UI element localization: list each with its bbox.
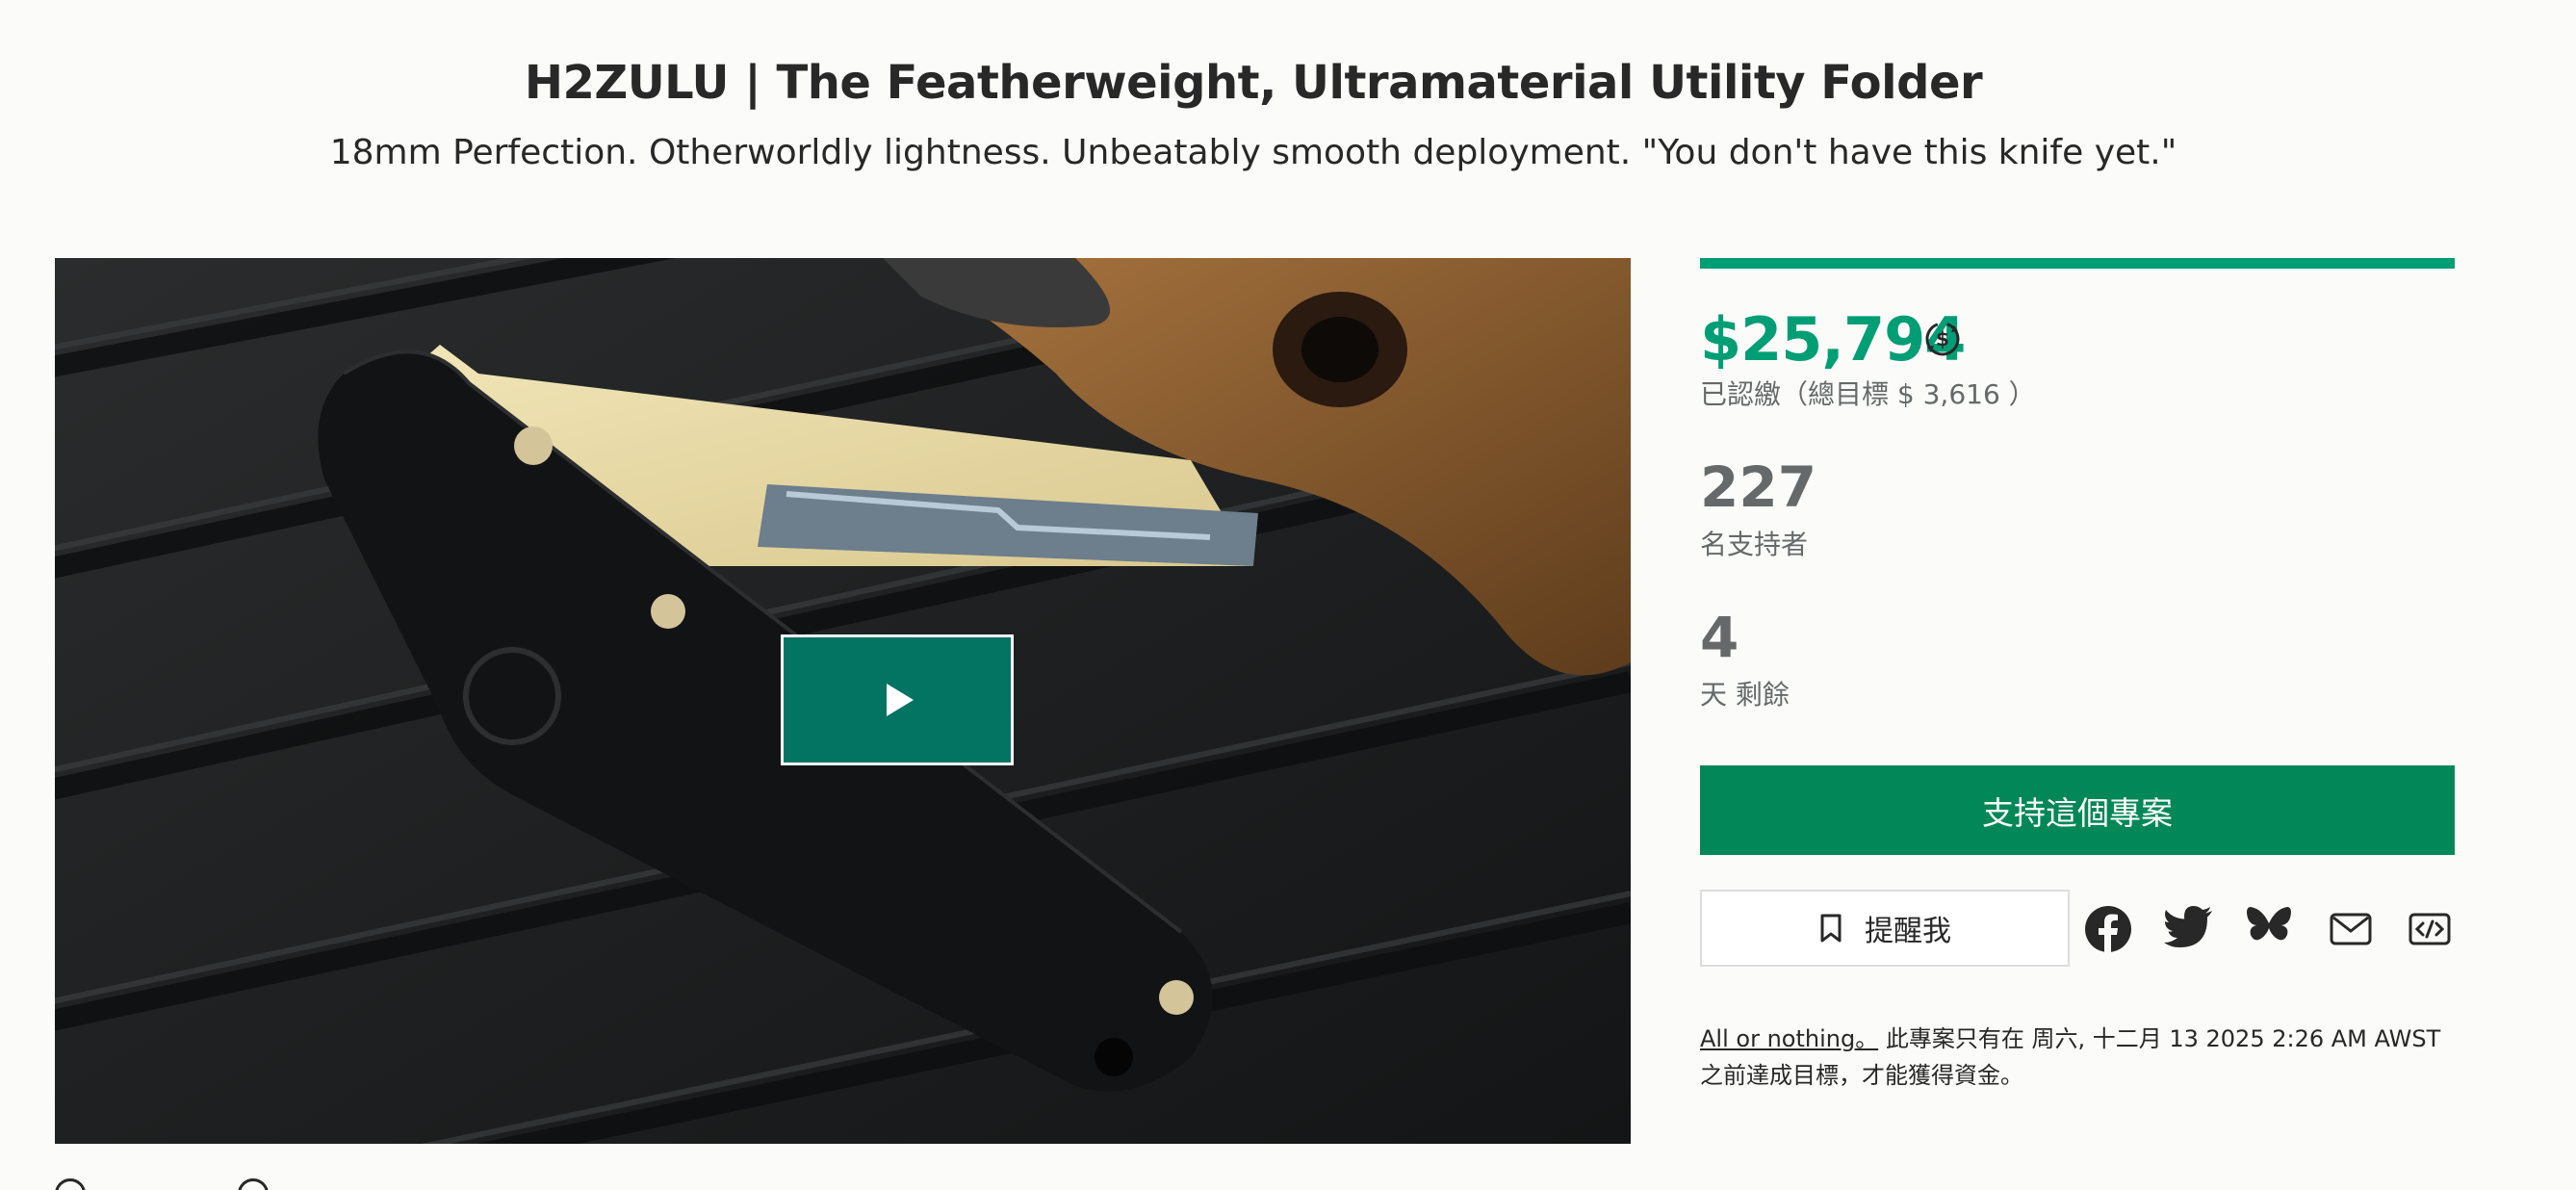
facebook-icon[interactable] — [2084, 905, 2132, 953]
embed-icon[interactable] — [2409, 913, 2451, 945]
currency-convert-icon[interactable]: $ — [1921, 318, 1964, 360]
project-video[interactable] — [55, 258, 1631, 1144]
project-title: H2ZULU | The Featherweight, Ultramateria… — [524, 56, 1983, 110]
project-blurb: 18mm Perfection. Otherworldly lightness.… — [329, 133, 2177, 172]
backers-count: 227 — [1700, 454, 1817, 520]
play-button[interactable] — [781, 634, 1014, 765]
email-icon[interactable] — [2330, 913, 2372, 945]
compass-icon — [55, 1178, 86, 1190]
twitter-icon[interactable] — [2164, 905, 2214, 951]
bookmark-icon — [1820, 914, 1842, 943]
play-icon — [887, 684, 914, 716]
funding-note: All or nothing。 此專案只有在 周六, 十二月 13 2025 2… — [1700, 1021, 2451, 1094]
remind-me-label: 提醒我 — [1865, 915, 1951, 948]
back-project-button[interactable]: 支持這個專案 — [1700, 765, 2455, 855]
remind-me-button[interactable]: 提醒我 — [1700, 890, 2070, 967]
pledged-label: 已認繳（總目標 $ 3,616 ） — [1700, 378, 2036, 410]
location-icon — [238, 1178, 269, 1190]
all-or-nothing-link[interactable]: All or nothing。 — [1700, 1025, 1878, 1052]
project-page: H2ZULU | The Featherweight, Ultramateria… — [0, 0, 2576, 1190]
bluesky-icon[interactable] — [2247, 905, 2291, 947]
funding-progress-fill — [1700, 258, 2455, 269]
days-remaining-label: 天 剩餘 — [1700, 679, 1790, 711]
days-remaining: 4 — [1700, 605, 1739, 670]
svg-text:$: $ — [1936, 327, 1949, 350]
funding-progress-bar — [1700, 258, 2455, 269]
backers-label: 名支持者 — [1700, 529, 1809, 560]
